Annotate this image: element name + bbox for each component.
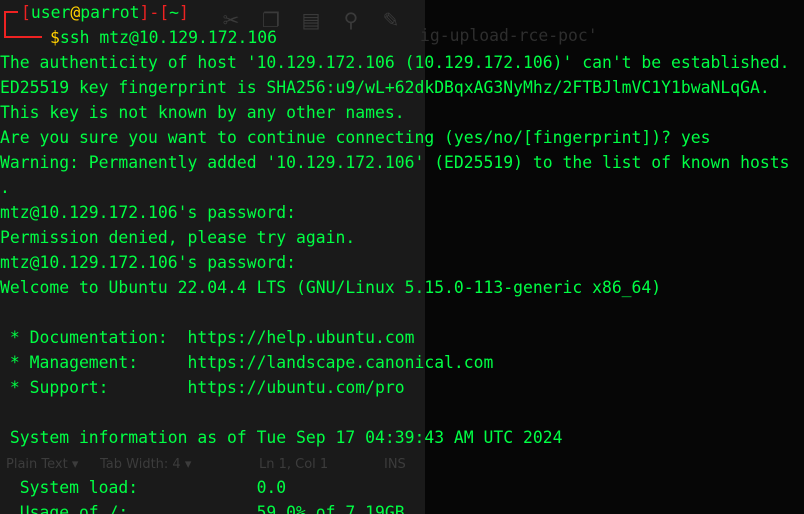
prompt-line: [user@parrot]-[~]	[21, 0, 189, 25]
terminal-output-line: * Documentation: https://help.ubuntu.com	[0, 328, 415, 347]
terminal-output-line: * Management: https://landscape.canonica…	[0, 353, 494, 372]
terminal-output-line: System load: 0.0	[0, 478, 287, 497]
prompt-dir: ~	[169, 3, 179, 22]
prompt-bracket: [	[159, 3, 170, 22]
prompt-at: @	[70, 3, 81, 22]
terminal-output-line: Warning: Permanently added '10.129.172.1…	[0, 153, 790, 172]
prompt-bracket: ]	[139, 3, 150, 22]
command-text: ssh mtz@10.129.172.106	[59, 28, 277, 47]
terminal-output-line: System information as of Tue Sep 17 04:3…	[0, 428, 563, 447]
terminal-output-line: The authenticity of host '10.129.172.106…	[0, 53, 790, 72]
prompt-dash: -	[149, 3, 160, 22]
terminal-output-line: .	[0, 178, 10, 197]
terminal-window[interactable]: [user@parrot]-[~] $ssh mtz@10.129.172.10…	[0, 0, 804, 514]
prompt-frame-bottom	[4, 23, 42, 38]
terminal-output-line: Welcome to Ubuntu 22.04.4 LTS (GNU/Linux…	[0, 278, 662, 297]
terminal-output-line: mtz@10.129.172.106's password:	[0, 253, 297, 272]
terminal-output-line: Permission denied, please try again.	[0, 228, 356, 247]
prompt-host: parrot	[80, 3, 140, 22]
prompt-user: user	[30, 3, 71, 22]
terminal-output-line: Usage of /: 59.0% of 7.19GB	[0, 503, 405, 514]
terminal-output-line: Are you sure you want to continue connec…	[0, 128, 711, 147]
prompt-bracket: ]	[178, 3, 189, 22]
prompt-dollar: $	[50, 28, 60, 47]
terminal-output-line: ED25519 key fingerprint is SHA256:u9/wL+…	[0, 78, 770, 97]
prompt-bracket: [	[21, 3, 31, 22]
terminal-output-line: mtz@10.129.172.106's password:	[0, 203, 297, 222]
terminal-output-line: * Support: https://ubuntu.com/pro	[0, 378, 405, 397]
command-line[interactable]: $ssh mtz@10.129.172.106	[50, 25, 277, 50]
terminal-output-line: This key is not known by any other names…	[0, 103, 405, 122]
